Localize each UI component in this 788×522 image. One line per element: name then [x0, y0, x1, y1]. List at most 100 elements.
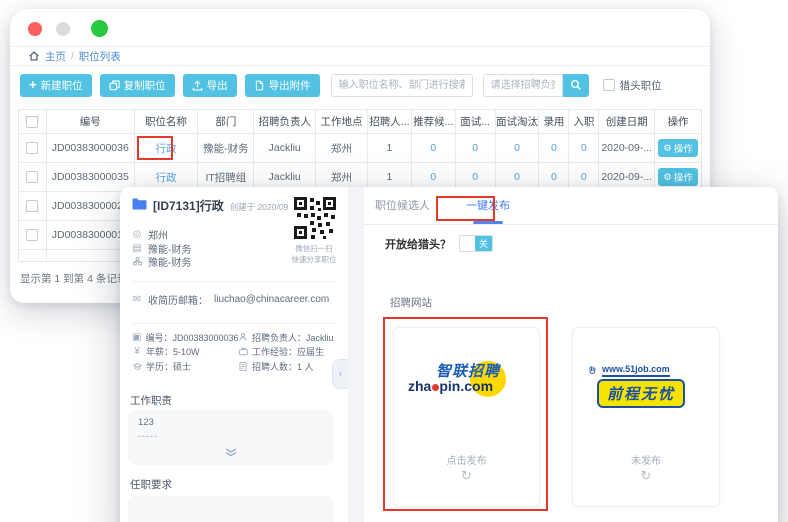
- table-header-row: 编号 职位名称 部门 招聘负责人 工作地点 招聘人... 推荐候... 面试..…: [19, 109, 701, 133]
- team-icon: [132, 257, 142, 266]
- count-link[interactable]: 0: [472, 171, 478, 183]
- expand-chevron-icon[interactable]: [224, 444, 238, 462]
- job-headcount-field: 招聘人数：1 人: [238, 359, 338, 374]
- job-number-field: ▣ 编号：JD00383000036: [132, 330, 238, 345]
- job-education-field: 学历：硕士: [132, 359, 238, 374]
- section-title-requirements: 任职要求: [130, 477, 172, 492]
- chevron-left-icon: ‹: [339, 368, 343, 380]
- column-header: 工作地点: [316, 109, 368, 133]
- toolbar: + 新建职位 复制职位 导出 导出附件: [10, 66, 710, 104]
- action-label: 操作: [674, 141, 693, 155]
- collapse-panel-handle[interactable]: ‹: [332, 359, 348, 389]
- export-attachment-button[interactable]: 导出附件: [245, 74, 320, 97]
- zhaopin-logo: 智联招聘 zhapin.com: [408, 360, 528, 406]
- job-detail-modal: [ID7131]行政 创建于 2020/09 微信扫一扫: [120, 187, 778, 522]
- headhunter-toggle-row: 开放给猎头？ 关: [385, 235, 493, 252]
- gear-icon: ⚙: [663, 172, 672, 183]
- job-fields-grid: ▣ 编号：JD00383000036 招聘负责人：Jackliu ¥ 年薪：5-…: [132, 330, 338, 374]
- department-icon: ▤: [132, 243, 142, 254]
- minimize-window-button[interactable]: [56, 22, 70, 36]
- qr-code: [293, 196, 337, 240]
- resume-email-row: ✉ 收简历邮箱： liuchao@chinacareer.com: [132, 292, 329, 307]
- copy-icon: [109, 80, 120, 91]
- job-department-row: ▤ 豫能-财务: [132, 242, 191, 256]
- recruiter: Jackliu: [254, 133, 316, 162]
- export-button[interactable]: 导出: [183, 74, 237, 97]
- row-checkbox[interactable]: [26, 200, 38, 212]
- maximize-window-button[interactable]: [91, 20, 108, 37]
- count-link[interactable]: 0: [551, 171, 557, 183]
- refresh-icon[interactable]: ↻: [394, 468, 539, 484]
- search-icon: [570, 79, 582, 91]
- column-header: 录用: [539, 109, 569, 133]
- job-detail-panel: [ID7131]行政 创建于 2020/09 微信扫一扫: [120, 187, 348, 522]
- hand-icon: [587, 364, 600, 377]
- export-label: 导出: [207, 78, 228, 93]
- breadcrumb: 主页 / 职位列表: [10, 47, 710, 66]
- select-all-checkbox[interactable]: [26, 116, 38, 128]
- column-header: 职位名称: [135, 109, 199, 133]
- headhunter-toggle-switch[interactable]: 关: [459, 235, 493, 252]
- create-date: 2020-09-...: [599, 133, 655, 162]
- job-title-link[interactable]: 行政: [156, 170, 177, 185]
- search-input[interactable]: [331, 74, 473, 97]
- job-title-link[interactable]: 行政: [156, 141, 177, 156]
- headcount-icon: [238, 362, 248, 371]
- refresh-icon[interactable]: ↻: [573, 468, 719, 484]
- headcount: 1: [368, 133, 412, 162]
- row-checkbox[interactable]: [26, 229, 38, 241]
- gear-icon: ⚙: [663, 143, 672, 154]
- headhunter-toggle-label: 开放给猎头？: [385, 236, 451, 252]
- divider: [132, 281, 336, 282]
- count-link[interactable]: 0: [581, 142, 587, 154]
- headhunter-checkbox[interactable]: [603, 79, 615, 91]
- count-link[interactable]: 0: [472, 142, 478, 154]
- column-header: 招聘负责人: [254, 109, 316, 133]
- job-city-row: ◎ 郑州: [132, 228, 191, 242]
- row-action-button[interactable]: ⚙ 操作: [658, 168, 698, 186]
- site-card-51job[interactable]: www.51job.com 前程无忧 未发布 ↻: [572, 327, 720, 507]
- count-link[interactable]: 0: [514, 171, 520, 183]
- breadcrumb-home-link[interactable]: 主页: [45, 49, 66, 64]
- tab-one-click-publish[interactable]: 一键发布: [460, 187, 516, 225]
- column-header: 面试...: [456, 109, 496, 133]
- owner-select-input[interactable]: [483, 74, 563, 97]
- duties-content-box: 123 -----: [128, 410, 334, 465]
- export-icon: [192, 80, 203, 91]
- count-link[interactable]: 0: [430, 171, 436, 183]
- duties-line: 123: [138, 417, 154, 428]
- divider: [132, 323, 336, 324]
- tab-candidates[interactable]: 职位候选人: [369, 187, 436, 225]
- row-checkbox[interactable]: [26, 171, 38, 183]
- education-icon: [132, 362, 142, 371]
- count-link[interactable]: 0: [430, 142, 436, 154]
- count-link[interactable]: 0: [581, 171, 587, 183]
- zhaopin-red-dot-icon: [432, 384, 439, 391]
- salary-icon: ¥: [132, 346, 142, 357]
- requirements-content-box: [128, 496, 334, 522]
- count-link[interactable]: 0: [551, 142, 557, 154]
- breadcrumb-separator: /: [71, 51, 74, 62]
- breadcrumb-current-link[interactable]: 职位列表: [79, 49, 121, 64]
- column-header: 部门: [198, 109, 254, 133]
- new-position-button[interactable]: + 新建职位: [20, 74, 92, 97]
- job-created-date: 创建于 2020/09: [230, 201, 289, 213]
- file-icon: [254, 80, 265, 91]
- search-button[interactable]: [563, 74, 589, 97]
- close-window-button[interactable]: [28, 22, 42, 36]
- row-checkbox[interactable]: [26, 142, 38, 154]
- column-header: 招聘人...: [368, 109, 412, 133]
- copy-position-button[interactable]: 复制职位: [100, 74, 175, 97]
- qr-caption: 微信扫一扫 快速分享职位: [286, 243, 342, 265]
- job-experience-field: 工作经验：应届生: [238, 345, 338, 360]
- modal-tabbar: 职位候选人 一键发布: [364, 187, 778, 225]
- id-icon: ▣: [132, 332, 141, 343]
- row-action-button[interactable]: ⚙ 操作: [658, 139, 698, 157]
- toggle-state-label: 关: [475, 236, 492, 251]
- export-attachment-label: 导出附件: [269, 78, 311, 93]
- column-header: 入职: [569, 109, 599, 133]
- site-card-zhaopin[interactable]: 智联招聘 zhapin.com 点击发布 ↻: [393, 327, 540, 507]
- count-link[interactable]: 0: [514, 142, 520, 154]
- job-title: [ID7131]行政: [153, 197, 224, 214]
- recruiting-sites-label: 招聘网站: [390, 295, 432, 310]
